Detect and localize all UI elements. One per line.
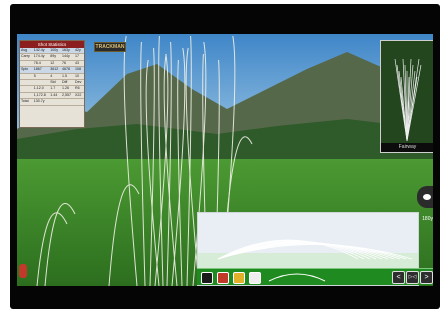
color-swatch[interactable] [217, 272, 229, 284]
trackman-logo: TRACKMAN [94, 42, 126, 52]
monitor-frame: Shot Statistics Avg 142.4y 100y 163y 42y Carr… [10, 4, 440, 309]
color-swatch[interactable] [201, 272, 213, 284]
color-swatch[interactable] [233, 272, 245, 284]
stats-cell: 130.7y [32, 98, 50, 106]
stats-cell [61, 98, 75, 106]
next-button[interactable]: > [420, 271, 433, 284]
collapse-button[interactable]: ▷◁ [406, 271, 419, 284]
stats-title: Shot Statistics [20, 41, 84, 48]
stats-cell [74, 98, 84, 106]
ball-icon [423, 194, 431, 200]
stats-cell [49, 98, 62, 106]
trajectory-icon [268, 273, 326, 282]
bottom-toolbar: < ▷◁ > [197, 268, 433, 285]
stats-cell: Total [20, 98, 33, 106]
stats-table: Avg 142.4y 100y 163y 42y Carry 174.4y 89y 144y 17… [20, 48, 84, 106]
dispersion-view [381, 41, 433, 143]
red-side-button[interactable] [19, 264, 27, 278]
prev-button[interactable]: < [392, 271, 405, 284]
shot-statistics-panel: Shot Statistics Avg 142.4y 100y 163y 42y Carr… [19, 40, 85, 128]
inset-label: Fairway [381, 143, 433, 152]
top-view-inset[interactable]: Fairway [380, 40, 433, 153]
golf-simulator-screen: Shot Statistics Avg 142.4y 100y 163y 42y Carr… [17, 34, 433, 286]
stats-row: Total 130.7y [20, 98, 84, 106]
ball-view-button[interactable] [417, 186, 433, 208]
stats-row: Carry 174.4y 89y 144y 17 [20, 53, 84, 61]
color-swatch[interactable] [249, 272, 261, 284]
distance-label: 180y [422, 216, 433, 222]
